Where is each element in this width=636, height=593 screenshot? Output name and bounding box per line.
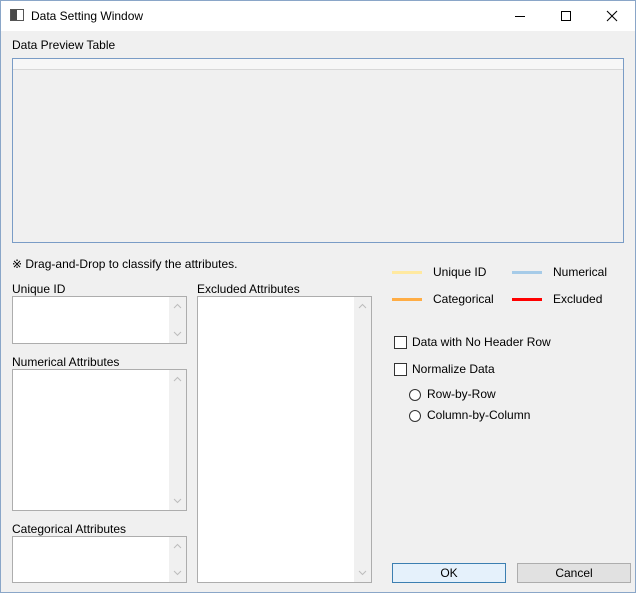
row-by-row-radio[interactable]: [409, 389, 421, 401]
column-by-column-label[interactable]: Column-by-Column: [427, 408, 530, 422]
categorical-list[interactable]: [12, 536, 187, 583]
excluded-list[interactable]: [197, 296, 372, 583]
excluded-label: Excluded Attributes: [197, 282, 300, 296]
scroll-down-icon[interactable]: [358, 570, 367, 576]
minimize-button[interactable]: [497, 1, 543, 31]
legend-swatch-numerical: [512, 271, 542, 274]
scroll-up-icon[interactable]: [173, 303, 182, 309]
scroll-down-icon[interactable]: [173, 498, 182, 504]
numerical-list[interactable]: [12, 369, 187, 511]
numerical-label: Numerical Attributes: [12, 355, 120, 369]
categorical-scrollbar[interactable]: [169, 537, 186, 582]
close-icon: [606, 10, 618, 22]
ok-button[interactable]: OK: [392, 563, 506, 583]
legend-swatch-categorical: [392, 298, 422, 301]
legend-label-excluded: Excluded: [553, 292, 603, 306]
maximize-icon: [561, 11, 571, 21]
maximize-button[interactable]: [543, 1, 589, 31]
unique-id-list[interactable]: [12, 296, 187, 344]
legend-label-unique-id: Unique ID: [433, 265, 487, 279]
scroll-up-icon[interactable]: [173, 543, 182, 549]
legend-swatch-excluded: [512, 298, 542, 301]
data-preview-table[interactable]: [12, 58, 624, 243]
unique-id-scrollbar[interactable]: [169, 297, 186, 343]
no-header-checkbox[interactable]: [394, 336, 407, 349]
close-button[interactable]: [589, 1, 635, 31]
legend-swatch-unique-id: [392, 271, 422, 274]
app-icon: [10, 9, 24, 21]
scroll-up-icon[interactable]: [358, 303, 367, 309]
categorical-label: Categorical Attributes: [12, 522, 127, 536]
row-by-row-label[interactable]: Row-by-Row: [427, 387, 496, 401]
numerical-scrollbar[interactable]: [169, 370, 186, 510]
preview-header-row: [13, 59, 623, 70]
scroll-down-icon[interactable]: [173, 331, 182, 337]
normalize-label[interactable]: Normalize Data: [412, 362, 495, 376]
minimize-icon: [515, 16, 525, 17]
data-setting-window: Data Setting Window Data Preview Table ※…: [0, 0, 636, 593]
preview-label: Data Preview Table: [12, 38, 116, 52]
legend-label-numerical: Numerical: [553, 265, 608, 279]
title-bar[interactable]: Data Setting Window: [1, 1, 635, 31]
drag-drop-hint: ※ Drag-and-Drop to classify the attribut…: [12, 257, 238, 271]
excluded-scrollbar[interactable]: [354, 297, 371, 582]
scroll-down-icon[interactable]: [173, 570, 182, 576]
legend-label-categorical: Categorical: [433, 292, 494, 306]
normalize-checkbox[interactable]: [394, 363, 407, 376]
no-header-label[interactable]: Data with No Header Row: [412, 335, 551, 349]
unique-id-label: Unique ID: [12, 282, 66, 296]
column-by-column-radio[interactable]: [409, 410, 421, 422]
window-title: Data Setting Window: [31, 9, 144, 23]
scroll-up-icon[interactable]: [173, 376, 182, 382]
cancel-button[interactable]: Cancel: [517, 563, 631, 583]
